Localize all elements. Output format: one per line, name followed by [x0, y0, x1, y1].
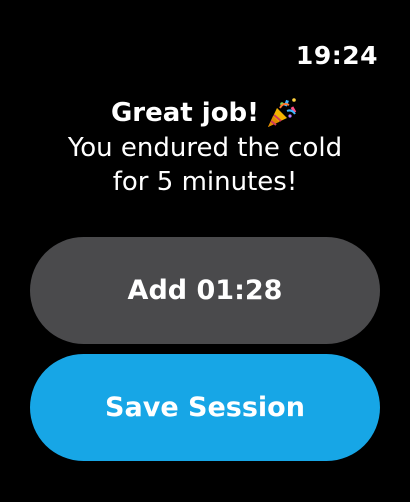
save-session-button-label: Save Session — [105, 392, 305, 423]
completion-message: Great job! You endured the cold for 5 mi… — [0, 95, 410, 199]
add-time-button-label: Add 01:28 — [127, 275, 283, 306]
message-line-1: You endured the cold — [67, 133, 343, 163]
message-line-2: for 5 minutes! — [112, 167, 298, 197]
save-session-button[interactable]: Save Session — [30, 354, 380, 461]
headline: Great job! — [0, 95, 410, 131]
party-popper-icon — [265, 96, 299, 130]
headline-text: Great job! — [110, 98, 260, 128]
add-time-button[interactable]: Add 01:28 — [30, 237, 380, 344]
status-time: 19:24 — [295, 41, 378, 70]
